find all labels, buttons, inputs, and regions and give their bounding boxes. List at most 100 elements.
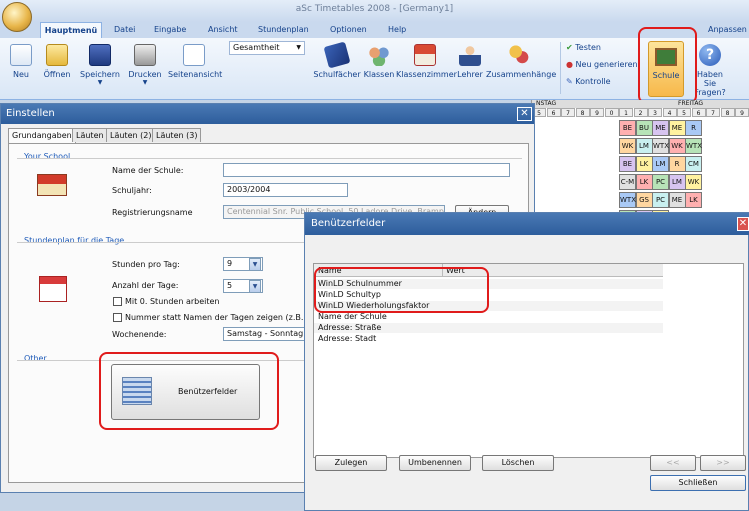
- lesson-card[interactable]: PC: [652, 192, 669, 208]
- classes-button[interactable]: Klassen: [362, 44, 396, 79]
- tab-optionen[interactable]: Optionen: [328, 22, 369, 38]
- test-label: Testen: [575, 43, 601, 52]
- teachers-button[interactable]: Lehrer: [456, 44, 484, 79]
- lesson-card[interactable]: WTX: [619, 192, 636, 208]
- period-header: 0: [604, 108, 619, 117]
- close-button[interactable]: Schließen: [650, 475, 746, 491]
- lesson-card[interactable]: PC: [652, 174, 669, 190]
- classes-label: Klassen: [363, 70, 395, 79]
- rename-button[interactable]: Umbenennen: [399, 455, 471, 471]
- print-button[interactable]: Drucken ▼: [126, 44, 164, 86]
- lesson-card[interactable]: ME: [668, 192, 686, 208]
- weekend-select[interactable]: Samstag - Sonntag: [223, 327, 313, 341]
- lesson-card[interactable]: LK: [635, 156, 653, 172]
- highlight-school-button: [638, 27, 697, 104]
- highlight-winld-rows: [314, 267, 489, 313]
- tab-datei[interactable]: Datei: [112, 22, 137, 38]
- lesson-card[interactable]: WTX: [685, 138, 702, 154]
- settings-dialog-title: Einstellen: [1, 104, 534, 124]
- timetable-grid: NSTAG FREITAG 5 6 7 8 9 0 1 2 3 4 5 6 7 8 9 BE BU ME ME R WK…: [531, 100, 749, 220]
- print-preview-label: Seitenansicht: [168, 70, 223, 79]
- chevron-down-icon: ▼: [97, 79, 103, 86]
- day-label-right: FREITAG: [678, 100, 704, 107]
- classrooms-button[interactable]: Klassenzimmer: [396, 44, 457, 79]
- open-button[interactable]: Öffnen: [40, 44, 74, 79]
- chevron-down-icon[interactable]: ▼: [249, 280, 261, 293]
- tab-stundenplan[interactable]: Stundenplan: [256, 22, 311, 38]
- regenerate-link[interactable]: ● Neu generieren: [566, 60, 638, 69]
- close-icon[interactable]: ✕: [517, 107, 532, 121]
- control-link[interactable]: ✎ Kontrolle: [566, 77, 611, 86]
- close-icon[interactable]: ✕: [737, 217, 749, 231]
- lesson-card[interactable]: ME: [668, 120, 686, 136]
- subjects-button[interactable]: Schulfächer: [312, 41, 362, 79]
- tab-grundangaben[interactable]: Grundangaben: [8, 128, 76, 143]
- lesson-card[interactable]: LM: [652, 156, 669, 172]
- table-row[interactable]: Adresse: Straße: [314, 323, 663, 333]
- lesson-card[interactable]: R: [668, 156, 686, 172]
- lesson-card[interactable]: BE: [619, 120, 636, 136]
- ribbon-divider: [560, 42, 561, 94]
- lesson-card[interactable]: LM: [668, 174, 686, 190]
- chevron-down-icon: ▼: [296, 44, 301, 51]
- day-numbers-checkbox[interactable]: [113, 313, 122, 322]
- lesson-card[interactable]: WK: [668, 138, 686, 154]
- highlight-user-fields-button: [99, 352, 279, 430]
- tab-eingabe[interactable]: Eingabe: [152, 22, 188, 38]
- ribbon: Neu Öffnen Speichern ▼ Drucken ▼ Seitena…: [0, 38, 749, 100]
- lesson-card[interactable]: ME: [652, 120, 669, 136]
- weekend-value: Samstag - Sonntag: [227, 329, 304, 338]
- zero-hours-checkbox[interactable]: [113, 297, 122, 306]
- lesson-card[interactable]: C-M: [619, 174, 636, 190]
- lesson-card[interactable]: BE: [619, 156, 636, 172]
- period-header: 5: [677, 108, 691, 117]
- lesson-card[interactable]: GS: [635, 192, 653, 208]
- delete-button[interactable]: Löschen: [482, 455, 554, 471]
- lesson-card[interactable]: CM: [685, 156, 702, 172]
- calendar-icon: [39, 276, 67, 302]
- lesson-card[interactable]: LK: [635, 174, 653, 190]
- lesson-card[interactable]: BU: [635, 120, 653, 136]
- lesson-card[interactable]: LM: [635, 138, 653, 154]
- control-label: Kontrolle: [575, 77, 611, 86]
- app-orb-icon[interactable]: [2, 2, 32, 32]
- tab-hauptmenue[interactable]: Hauptmenü: [40, 22, 102, 38]
- school-name-input[interactable]: [223, 163, 510, 177]
- school-year-input[interactable]: 2003/2004: [223, 183, 348, 197]
- new-button[interactable]: Neu: [6, 44, 36, 79]
- user-fields-dialog-title: Benützerfelder: [305, 213, 749, 235]
- test-link[interactable]: ✔ Testen: [566, 43, 601, 52]
- period-header: 3: [648, 108, 662, 117]
- tab-help[interactable]: Help: [386, 22, 408, 38]
- tab-laeuten-2[interactable]: Läuten (2): [106, 128, 156, 142]
- lesson-card[interactable]: WTX: [652, 138, 669, 154]
- lesson-card[interactable]: R: [685, 120, 702, 136]
- lesson-card[interactable]: WK: [619, 138, 636, 154]
- day-numbers-label: Nummer statt Namen der Tagen zeigen (z.B…: [125, 313, 328, 322]
- question-icon: ?: [699, 44, 721, 66]
- tab-laeuten-3[interactable]: Läuten (3): [152, 128, 202, 142]
- tab-ansicht[interactable]: Ansicht: [206, 22, 240, 38]
- next-button[interactable]: >>: [700, 455, 746, 471]
- print-preview-button[interactable]: Seitenansicht: [168, 44, 223, 79]
- table-row[interactable]: Adresse: Stadt: [314, 334, 663, 344]
- relations-button[interactable]: Zusammenhänge: [486, 44, 556, 79]
- prev-button[interactable]: <<: [650, 455, 696, 471]
- number-of-days-label: Anzahl der Tage:: [112, 281, 179, 290]
- customize-link[interactable]: Anpassen: [706, 22, 749, 38]
- house-icon: [414, 44, 436, 66]
- lesson-card[interactable]: WK: [685, 174, 702, 190]
- tab-laeuten[interactable]: Läuten: [72, 128, 108, 142]
- add-button[interactable]: Zulegen: [315, 455, 387, 471]
- chevron-down-icon[interactable]: ▼: [249, 258, 261, 271]
- teacher-icon: [459, 44, 481, 66]
- save-button[interactable]: Speichern ▼: [78, 44, 122, 86]
- table-row[interactable]: Name der Schule: [314, 312, 663, 322]
- magnifier-icon: [183, 44, 205, 66]
- print-label: Drucken: [128, 70, 162, 79]
- timetable-days-heading: Stundenplan für die Tage: [24, 236, 125, 245]
- lesson-card[interactable]: LK: [685, 192, 702, 208]
- day-header: NSTAG FREITAG: [532, 100, 749, 108]
- open-label: Öffnen: [43, 70, 71, 79]
- view-select[interactable]: Gesamtheit ▼: [229, 41, 305, 55]
